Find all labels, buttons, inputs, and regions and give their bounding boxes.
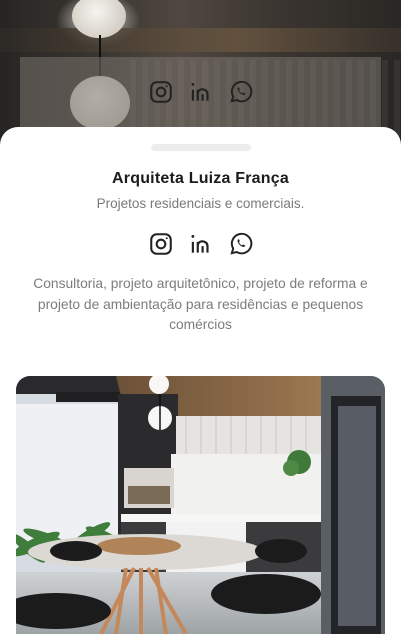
- header-whatsapp-link[interactable]: [228, 79, 254, 105]
- linkedin-icon: [190, 235, 209, 253]
- instagram-link[interactable]: [148, 231, 174, 257]
- social-links: [0, 231, 401, 259]
- instagram-icon: [149, 233, 172, 255]
- header-linkedin-link[interactable]: [188, 79, 214, 105]
- instagram-icon: [149, 81, 172, 103]
- profile-name: Arquiteta Luiza França: [112, 170, 289, 187]
- drag-handle[interactable]: [151, 144, 251, 151]
- project-photo-illustration: [16, 376, 385, 634]
- whatsapp-link[interactable]: [228, 231, 254, 257]
- header-instagram-link[interactable]: [148, 79, 174, 105]
- header-social-bar: [20, 57, 381, 127]
- profile-description: Consultoria, projeto arquitetônico, proj…: [33, 276, 368, 332]
- whatsapp-icon: [229, 80, 252, 103]
- project-photo[interactable]: [16, 376, 385, 634]
- linkedin-icon: [190, 83, 209, 101]
- linkedin-link[interactable]: [188, 231, 214, 257]
- profile-tagline: Projetos residenciais e comerciais.: [96, 196, 305, 211]
- hero-ceiling-beam: [0, 28, 401, 52]
- whatsapp-icon: [229, 232, 252, 255]
- profile-card: Arquiteta Luiza França Projetos residenc…: [0, 127, 401, 634]
